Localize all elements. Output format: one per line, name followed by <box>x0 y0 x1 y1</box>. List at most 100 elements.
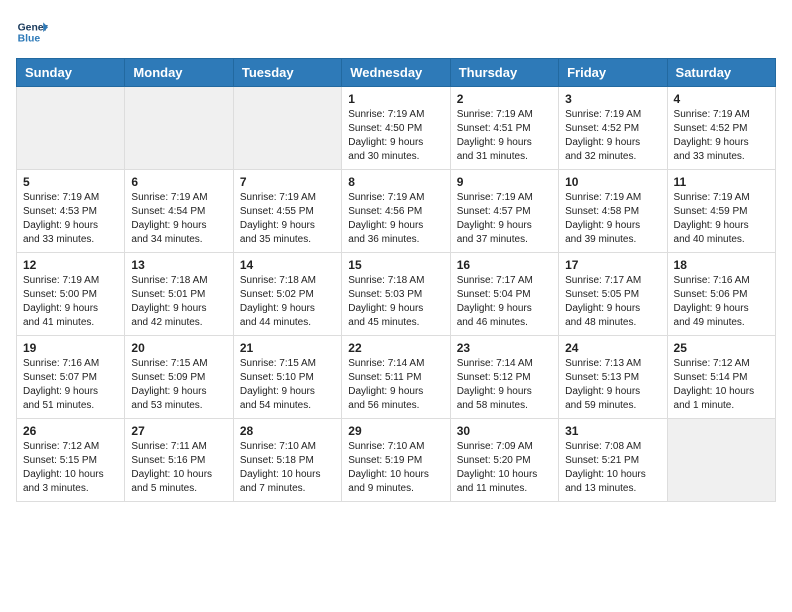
day-number: 15 <box>348 258 443 272</box>
calendar-day-cell: 8 Sunrise: 7:19 AM Sunset: 4:56 PM Daylig… <box>342 170 450 253</box>
day-info: Sunrise: 7:19 AM Sunset: 5:00 PM Dayligh… <box>23 274 118 330</box>
calendar-day-cell: 4 Sunrise: 7:19 AM Sunset: 4:52 PM Daylig… <box>667 87 775 170</box>
day-number: 8 <box>348 175 443 189</box>
calendar-day-cell: 26 Sunrise: 7:12 AM Sunset: 5:15 PM Dayli… <box>17 419 125 502</box>
day-info: Sunrise: 7:09 AM Sunset: 5:20 PM Dayligh… <box>457 440 552 496</box>
svg-text:Blue: Blue <box>18 34 41 45</box>
calendar-day-cell: 6Sunrise: 7:19 AM Sunset: 4:54 PM Daylig… <box>125 170 233 253</box>
day-number: 16 <box>457 258 552 272</box>
day-info: Sunrise: 7:17 AM Sunset: 5:04 PM Dayligh… <box>457 274 552 330</box>
calendar-week-row: 26 Sunrise: 7:12 AM Sunset: 5:15 PM Dayli… <box>17 419 776 502</box>
day-info: Sunrise: 7:17 AM Sunset: 5:05 PM Dayligh… <box>565 274 660 330</box>
day-number: 17 <box>565 258 660 272</box>
day-info: Sunrise: 7:19 AM Sunset: 4:58 PM Dayligh… <box>565 191 660 247</box>
day-info: Sunrise: 7:14 AM Sunset: 5:12 PM Dayligh… <box>457 357 552 413</box>
day-number: 9 <box>457 175 552 189</box>
calendar-day-cell: 3 Sunrise: 7:19 AM Sunset: 4:52 PM Daylig… <box>559 87 667 170</box>
calendar-day-cell: 2Sunrise: 7:19 AM Sunset: 4:51 PM Daylig… <box>450 87 558 170</box>
calendar-day-cell: 12 Sunrise: 7:19 AM Sunset: 5:00 PM Dayli… <box>17 253 125 336</box>
day-number: 1 <box>348 92 443 106</box>
day-info: Sunrise: 7:14 AM Sunset: 5:11 PM Dayligh… <box>348 357 443 413</box>
day-number: 10 <box>565 175 660 189</box>
day-info: Sunrise: 7:08 AM Sunset: 5:21 PM Dayligh… <box>565 440 660 496</box>
calendar-day-cell: 15 Sunrise: 7:18 AM Sunset: 5:03 PM Dayli… <box>342 253 450 336</box>
day-info: Sunrise: 7:15 AM Sunset: 5:09 PM Dayligh… <box>131 357 226 413</box>
day-number: 13 <box>131 258 226 272</box>
day-number: 23 <box>457 341 552 355</box>
day-number: 26 <box>23 424 118 438</box>
day-info: Sunrise: 7:19 AM Sunset: 4:56 PM Dayligh… <box>348 191 443 247</box>
day-number: 11 <box>674 175 769 189</box>
day-number: 5 <box>23 175 118 189</box>
day-number: 22 <box>348 341 443 355</box>
calendar-day-cell: 10 Sunrise: 7:19 AM Sunset: 4:58 PM Dayli… <box>559 170 667 253</box>
day-info: Sunrise: 7:18 AM Sunset: 5:02 PM Dayligh… <box>240 274 335 330</box>
day-number: 20 <box>131 341 226 355</box>
calendar-day-cell: 11Sunrise: 7:19 AM Sunset: 4:59 PM Dayli… <box>667 170 775 253</box>
calendar-day-cell: 22 Sunrise: 7:14 AM Sunset: 5:11 PM Dayli… <box>342 336 450 419</box>
calendar-day-cell: 18Sunrise: 7:16 AM Sunset: 5:06 PM Dayli… <box>667 253 775 336</box>
calendar-day-cell: 14Sunrise: 7:18 AM Sunset: 5:02 PM Dayli… <box>233 253 341 336</box>
day-number: 12 <box>23 258 118 272</box>
logo-icon: General Blue <box>16 16 48 48</box>
day-info: Sunrise: 7:19 AM Sunset: 4:52 PM Dayligh… <box>565 108 660 164</box>
logo: General Blue <box>16 16 48 48</box>
weekday-header-wednesday: Wednesday <box>342 59 450 87</box>
calendar-day-cell: 5 Sunrise: 7:19 AM Sunset: 4:53 PM Daylig… <box>17 170 125 253</box>
calendar-day-cell <box>233 87 341 170</box>
day-number: 2 <box>457 92 552 106</box>
day-info: Sunrise: 7:19 AM Sunset: 4:50 PM Dayligh… <box>348 108 443 164</box>
day-info: Sunrise: 7:10 AM Sunset: 5:18 PM Dayligh… <box>240 440 335 496</box>
day-info: Sunrise: 7:19 AM Sunset: 4:53 PM Dayligh… <box>23 191 118 247</box>
calendar-day-cell <box>667 419 775 502</box>
calendar-day-cell: 7 Sunrise: 7:19 AM Sunset: 4:55 PM Daylig… <box>233 170 341 253</box>
day-info: Sunrise: 7:15 AM Sunset: 5:10 PM Dayligh… <box>240 357 335 413</box>
day-number: 24 <box>565 341 660 355</box>
weekday-header-row: SundayMondayTuesdayWednesdayThursdayFrid… <box>17 59 776 87</box>
day-info: Sunrise: 7:18 AM Sunset: 5:01 PM Dayligh… <box>131 274 226 330</box>
calendar-day-cell: 21 Sunrise: 7:15 AM Sunset: 5:10 PM Dayli… <box>233 336 341 419</box>
calendar-day-cell: 25 Sunrise: 7:12 AM Sunset: 5:14 PM Dayli… <box>667 336 775 419</box>
day-info: Sunrise: 7:12 AM Sunset: 5:14 PM Dayligh… <box>674 357 769 413</box>
calendar-day-cell: 9Sunrise: 7:19 AM Sunset: 4:57 PM Daylig… <box>450 170 558 253</box>
day-number: 28 <box>240 424 335 438</box>
calendar-day-cell: 20 Sunrise: 7:15 AM Sunset: 5:09 PM Dayli… <box>125 336 233 419</box>
calendar-table: SundayMondayTuesdayWednesdayThursdayFrid… <box>16 58 776 502</box>
day-number: 4 <box>674 92 769 106</box>
calendar-week-row: 1 Sunrise: 7:19 AM Sunset: 4:50 PM Daylig… <box>17 87 776 170</box>
weekday-header-friday: Friday <box>559 59 667 87</box>
day-info: Sunrise: 7:12 AM Sunset: 5:15 PM Dayligh… <box>23 440 118 496</box>
day-number: 3 <box>565 92 660 106</box>
calendar-day-cell: 23 Sunrise: 7:14 AM Sunset: 5:12 PM Dayli… <box>450 336 558 419</box>
calendar-day-cell: 16 Sunrise: 7:17 AM Sunset: 5:04 PM Dayli… <box>450 253 558 336</box>
day-number: 18 <box>674 258 769 272</box>
calendar-day-cell: 24 Sunrise: 7:13 AM Sunset: 5:13 PM Dayli… <box>559 336 667 419</box>
calendar-day-cell: 17 Sunrise: 7:17 AM Sunset: 5:05 PM Dayli… <box>559 253 667 336</box>
weekday-header-thursday: Thursday <box>450 59 558 87</box>
calendar-day-cell: 29 Sunrise: 7:10 AM Sunset: 5:19 PM Dayli… <box>342 419 450 502</box>
calendar-day-cell: 30 Sunrise: 7:09 AM Sunset: 5:20 PM Dayli… <box>450 419 558 502</box>
calendar-day-cell: 13 Sunrise: 7:18 AM Sunset: 5:01 PM Dayli… <box>125 253 233 336</box>
day-number: 21 <box>240 341 335 355</box>
day-number: 31 <box>565 424 660 438</box>
weekday-header-tuesday: Tuesday <box>233 59 341 87</box>
page-header: General Blue <box>16 16 776 48</box>
day-number: 27 <box>131 424 226 438</box>
day-number: 25 <box>674 341 769 355</box>
calendar-day-cell: 28 Sunrise: 7:10 AM Sunset: 5:18 PM Dayli… <box>233 419 341 502</box>
day-info: Sunrise: 7:13 AM Sunset: 5:13 PM Dayligh… <box>565 357 660 413</box>
day-number: 7 <box>240 175 335 189</box>
day-info: Sunrise: 7:19 AM Sunset: 4:52 PM Dayligh… <box>674 108 769 164</box>
calendar-week-row: 12 Sunrise: 7:19 AM Sunset: 5:00 PM Dayli… <box>17 253 776 336</box>
day-number: 19 <box>23 341 118 355</box>
day-number: 30 <box>457 424 552 438</box>
day-info: Sunrise: 7:18 AM Sunset: 5:03 PM Dayligh… <box>348 274 443 330</box>
day-info: Sunrise: 7:11 AM Sunset: 5:16 PM Dayligh… <box>131 440 226 496</box>
calendar-week-row: 5 Sunrise: 7:19 AM Sunset: 4:53 PM Daylig… <box>17 170 776 253</box>
calendar-day-cell: 31 Sunrise: 7:08 AM Sunset: 5:21 PM Dayli… <box>559 419 667 502</box>
day-info: Sunrise: 7:10 AM Sunset: 5:19 PM Dayligh… <box>348 440 443 496</box>
weekday-header-monday: Monday <box>125 59 233 87</box>
day-info: Sunrise: 7:19 AM Sunset: 4:55 PM Dayligh… <box>240 191 335 247</box>
day-number: 29 <box>348 424 443 438</box>
calendar-day-cell: 1 Sunrise: 7:19 AM Sunset: 4:50 PM Daylig… <box>342 87 450 170</box>
